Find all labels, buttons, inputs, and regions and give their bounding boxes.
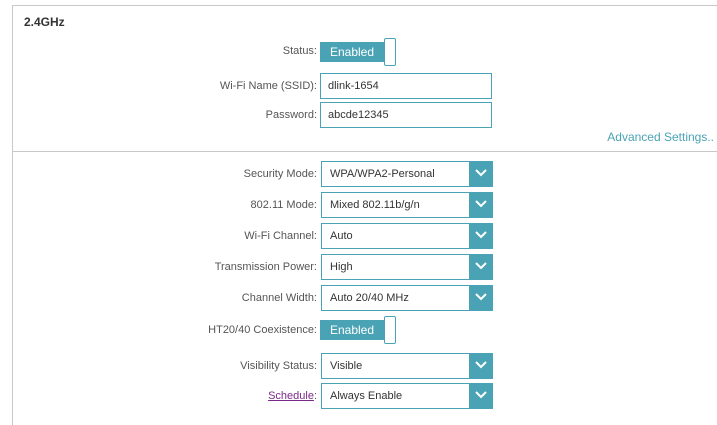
visibility-select[interactable]: Visible <box>321 353 493 379</box>
schedule-link[interactable]: Schedule <box>268 390 314 402</box>
mode-80211-select[interactable]: Mixed 802.11b/g/n <box>321 192 493 218</box>
ht-coexistence-toggle-text: Enabled <box>320 320 384 340</box>
schedule-select[interactable]: Always Enable <box>321 383 493 409</box>
ht-coexistence-toggle-knob[interactable] <box>384 316 396 344</box>
schedule-value: Always Enable <box>330 390 403 402</box>
password-label: Password: <box>265 109 317 121</box>
status-toggle-knob[interactable] <box>384 38 396 66</box>
schedule-colon: : <box>313 390 317 402</box>
ht-coexistence-toggle[interactable]: Enabled <box>320 316 396 344</box>
chevron-down-icon[interactable] <box>469 254 493 280</box>
chevron-down-icon[interactable] <box>469 383 493 409</box>
channel-select[interactable]: Auto <box>321 223 493 249</box>
status-toggle-text: Enabled <box>320 42 384 62</box>
channel-width-label: Channel Width: <box>241 292 317 304</box>
tx-power-label: Transmission Power: <box>214 261 317 273</box>
security-mode-select[interactable]: WPA/WPA2-Personal <box>321 161 493 187</box>
status-label: Status: <box>282 45 317 57</box>
chevron-down-icon[interactable] <box>469 161 493 187</box>
password-input[interactable] <box>320 102 492 128</box>
tx-power-select[interactable]: High <box>321 254 493 280</box>
chevron-down-icon[interactable] <box>469 223 493 249</box>
band-title: 2.4GHz <box>24 15 65 29</box>
schedule-label-wrap: Schedule: <box>268 390 317 402</box>
mode-80211-value: Mixed 802.11b/g/n <box>330 199 420 211</box>
tx-power-value: High <box>330 261 353 273</box>
ssid-input[interactable] <box>320 73 492 99</box>
chevron-down-icon[interactable] <box>469 192 493 218</box>
visibility-value: Visible <box>330 360 363 372</box>
channel-value: Auto <box>330 230 353 242</box>
security-mode-label: Security Mode: <box>243 168 317 180</box>
channel-width-value: Auto 20/40 MHz <box>330 292 409 304</box>
section-divider <box>12 151 717 152</box>
chevron-down-icon[interactable] <box>469 353 493 379</box>
channel-width-select[interactable]: Auto 20/40 MHz <box>321 285 493 311</box>
ssid-label: Wi-Fi Name (SSID): <box>219 80 317 92</box>
chevron-down-icon[interactable] <box>469 285 493 311</box>
security-mode-value: WPA/WPA2-Personal <box>330 168 435 180</box>
visibility-label: Visibility Status: <box>240 360 317 372</box>
mode-80211-label: 802.11 Mode: <box>250 199 317 211</box>
ht-coexistence-label: HT20/40 Coexistence: <box>208 324 317 336</box>
status-toggle[interactable]: Enabled <box>320 38 396 66</box>
channel-label: Wi-Fi Channel: <box>244 230 317 242</box>
advanced-settings-link[interactable]: Advanced Settings.. <box>607 130 714 144</box>
